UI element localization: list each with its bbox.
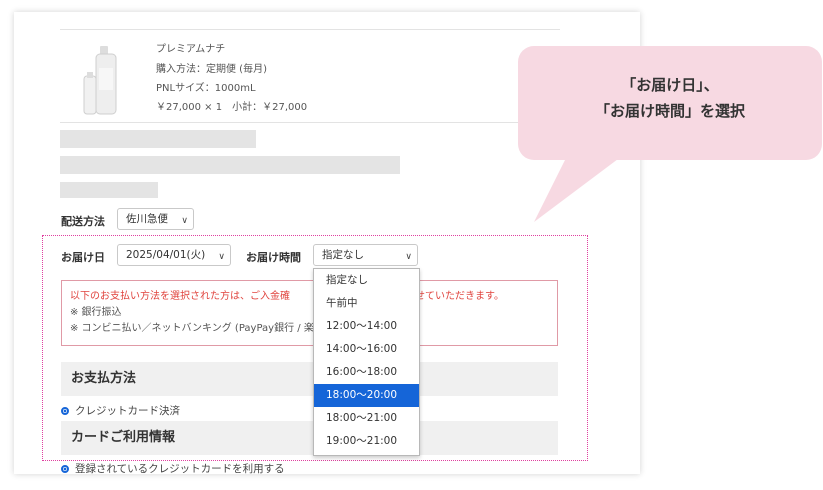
radio-selected-icon	[61, 465, 69, 473]
product-size: PNLサイズ：1000mL	[156, 83, 256, 94]
time-option[interactable]: 18:00〜20:00	[314, 384, 419, 407]
card-heading: カードご利用情報	[61, 421, 558, 455]
shipping-method-label: 配送方法	[61, 215, 105, 228]
time-option[interactable]: 16:00〜18:00	[314, 361, 419, 384]
time-option[interactable]: 18:00〜21:00	[314, 407, 419, 430]
notice-line-1: 以下のお支払い方法を選択された方は、ご入金確	[70, 291, 290, 302]
payment-option-credit-label: クレジットカード決済	[75, 405, 180, 417]
callout-tail	[534, 150, 630, 222]
delivery-time-dropdown[interactable]: 指定なし 午前中 12:00〜14:00 14:00〜16:00 16:00〜18:00…	[313, 268, 420, 456]
chevron-down-icon: ∨	[181, 216, 188, 226]
card-option-registered-label: 登録されているクレジットカードを利用する	[75, 463, 285, 475]
time-option[interactable]: 午前中	[314, 292, 419, 315]
purchase-method: 購入方法：定期便 (毎月)	[156, 64, 267, 75]
redacted-bar	[60, 182, 158, 198]
payment-option-credit[interactable]: クレジットカード決済	[61, 403, 180, 418]
redacted-bar	[60, 156, 400, 174]
payment-notice: 以下のお支払い方法を選択された方は、ご入金確 させていただきます。 ※ 銀行振込 …	[61, 280, 558, 346]
radio-selected-icon	[61, 407, 69, 415]
card-option-registered[interactable]: 登録されているクレジットカードを利用する	[61, 461, 285, 476]
product-name: プレミアムナチ	[156, 44, 226, 55]
time-option[interactable]: 19:00〜21:00	[314, 430, 419, 453]
product-price: ￥27,000 × 1 小計：￥27,000	[156, 102, 308, 113]
callout-line-1: 「お届け日」、	[621, 76, 719, 94]
time-option[interactable]: 指定なし	[314, 269, 419, 292]
time-option[interactable]: 12:00〜14:00	[314, 315, 419, 338]
redacted-bar	[60, 130, 256, 148]
notice-line-2: ※ 銀行振込	[70, 307, 122, 318]
notice-line-3: ※ コンビニ払い／ネットバンキング (PayPay銀行 / 楽	[70, 323, 314, 334]
callout-line-2: 「お届け時間」を選択	[594, 102, 745, 120]
shipping-method-value: 佐川急便	[126, 213, 168, 225]
callout-text: 「お届け日」、 「お届け時間」を選択	[518, 72, 822, 124]
divider	[60, 29, 560, 30]
divider	[60, 122, 560, 123]
product-image	[83, 46, 117, 115]
shipping-method-select[interactable]: 佐川急便 ∨	[117, 208, 194, 230]
time-option[interactable]: 14:00〜16:00	[314, 338, 419, 361]
payment-heading: お支払方法	[61, 362, 558, 396]
